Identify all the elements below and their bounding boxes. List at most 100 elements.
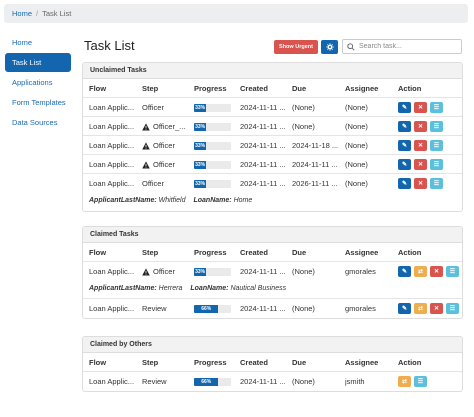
cell-flow: Loan Applic... bbox=[89, 377, 135, 386]
cell-due: (None) bbox=[292, 267, 315, 276]
details-button[interactable]: ☰ bbox=[430, 140, 443, 151]
col-progress[interactable]: Progress bbox=[194, 79, 234, 98]
details-button[interactable]: ☰ bbox=[430, 159, 443, 170]
open-task-button[interactable]: ✎ bbox=[398, 159, 411, 170]
delete-task-button[interactable]: ✕ bbox=[414, 178, 427, 189]
col-due[interactable]: Due bbox=[292, 243, 338, 262]
delete-task-button[interactable]: ✕ bbox=[430, 303, 443, 314]
table-row[interactable]: Loan Applic... Officer 33% 2024-11-11 ..… bbox=[83, 174, 462, 211]
details-button[interactable]: ☰ bbox=[430, 178, 443, 189]
cell-step: Officer_... bbox=[153, 122, 186, 131]
cell-created: 2024-11-11 ... bbox=[240, 160, 286, 169]
open-task-button[interactable]: ✎ bbox=[398, 121, 411, 132]
warning-icon bbox=[142, 122, 150, 130]
release-task-button[interactable]: ⇄ bbox=[414, 266, 427, 277]
cell-flow: Loan Applic... bbox=[89, 179, 135, 188]
cell-due: (None) bbox=[292, 377, 315, 386]
col-progress[interactable]: Progress bbox=[194, 243, 234, 262]
close-icon: ✕ bbox=[417, 142, 424, 149]
details-button[interactable]: ☰ bbox=[414, 376, 427, 387]
table-row[interactable]: Loan Applic... Officer 33% 2024-11-11 ..… bbox=[83, 136, 462, 155]
col-due[interactable]: Due bbox=[292, 353, 338, 372]
open-task-button[interactable]: ✎ bbox=[398, 266, 411, 277]
progress-fill: 33% bbox=[194, 179, 207, 188]
col-action: Action bbox=[398, 84, 422, 93]
delete-task-button[interactable]: ✕ bbox=[414, 121, 427, 132]
progress-bar: 33% bbox=[194, 141, 231, 150]
delete-task-button[interactable]: ✕ bbox=[414, 159, 427, 170]
delete-task-button[interactable]: ✕ bbox=[414, 140, 427, 151]
meta-key: LoanName: bbox=[193, 197, 232, 204]
col-created[interactable]: Created bbox=[240, 353, 287, 372]
col-assignee[interactable]: Assignee bbox=[345, 243, 393, 262]
cell-assignee: (None) bbox=[345, 179, 368, 188]
details-button[interactable]: ☰ bbox=[430, 102, 443, 113]
col-step[interactable]: Step bbox=[142, 243, 189, 262]
edit-icon: ✎ bbox=[401, 104, 408, 111]
col-step[interactable]: Step bbox=[142, 79, 189, 98]
details-button[interactable]: ☰ bbox=[430, 121, 443, 132]
sidebar-item-home[interactable]: Home bbox=[5, 33, 71, 52]
details-button[interactable]: ☰ bbox=[446, 303, 459, 314]
panel-title: Claimed Tasks bbox=[83, 227, 462, 243]
col-created[interactable]: Created bbox=[240, 243, 287, 262]
cell-assignee: gmorales bbox=[345, 304, 376, 313]
search-icon bbox=[347, 42, 355, 51]
cell-assignee: (None) bbox=[345, 141, 368, 150]
open-task-button[interactable]: ✎ bbox=[398, 140, 411, 151]
panel-title: Claimed by Others bbox=[83, 337, 462, 353]
col-assignee[interactable]: Assignee bbox=[345, 79, 393, 98]
progress-fill: 33% bbox=[194, 141, 207, 150]
claim-icon: ⇄ bbox=[417, 305, 424, 312]
search-input[interactable] bbox=[359, 43, 454, 50]
col-created[interactable]: Created bbox=[240, 79, 287, 98]
col-flow[interactable]: Flow bbox=[89, 79, 135, 98]
open-task-button[interactable]: ✎ bbox=[398, 102, 411, 113]
col-flow[interactable]: Flow bbox=[89, 243, 135, 262]
list-icon: ☰ bbox=[433, 104, 440, 111]
breadcrumb-home[interactable]: Home bbox=[12, 9, 32, 18]
table-row[interactable]: Loan Applic... Review 66% 2024-11-11 ...… bbox=[83, 299, 462, 318]
col-step[interactable]: Step bbox=[142, 353, 189, 372]
close-icon: ✕ bbox=[417, 161, 424, 168]
list-icon: ☰ bbox=[433, 180, 440, 187]
cell-assignee: (None) bbox=[345, 122, 368, 131]
delete-task-button[interactable]: ✕ bbox=[414, 102, 427, 113]
table-header: Flow Step Progress Created Due Assignee … bbox=[83, 243, 462, 262]
sidebar-item-form-templates[interactable]: Form Templates bbox=[5, 93, 71, 112]
release-task-button[interactable]: ⇄ bbox=[414, 303, 427, 314]
cell-flow: Loan Applic... bbox=[89, 141, 135, 150]
edit-icon: ✎ bbox=[401, 142, 408, 149]
table-row[interactable]: Loan Applic... Review 66% 2024-11-11 ...… bbox=[83, 372, 462, 391]
close-icon: ✕ bbox=[433, 268, 440, 275]
table-header: Flow Step Progress Created Due Assignee … bbox=[83, 353, 462, 372]
cell-step: Review bbox=[142, 377, 167, 386]
sidebar-item-applications[interactable]: Applications bbox=[5, 73, 71, 92]
show-urgent-button[interactable]: Show Urgent bbox=[274, 40, 318, 54]
delete-task-button[interactable]: ✕ bbox=[430, 266, 443, 277]
close-icon: ✕ bbox=[417, 104, 424, 111]
warning-icon bbox=[142, 267, 150, 275]
table-row[interactable]: Loan Applic... Officer 33% 2024-11-11 ..… bbox=[83, 155, 462, 174]
table-row[interactable]: Loan Applic... Officer_... 33% 2024-11-1… bbox=[83, 117, 462, 136]
list-icon: ☰ bbox=[433, 142, 440, 149]
settings-button[interactable] bbox=[321, 40, 338, 54]
claim-task-button[interactable]: ⇄ bbox=[398, 376, 411, 387]
cell-step: Review bbox=[142, 304, 167, 313]
progress-bar: 33% bbox=[194, 179, 231, 188]
col-flow[interactable]: Flow bbox=[89, 353, 135, 372]
col-progress[interactable]: Progress bbox=[194, 353, 234, 372]
table-row[interactable]: Loan Applic... Officer 33% 2024-11-11 ..… bbox=[83, 262, 462, 299]
col-due[interactable]: Due bbox=[292, 79, 338, 98]
meta-key: ApplicantLastName: bbox=[89, 197, 157, 204]
sidebar-item-data-sources[interactable]: Data Sources bbox=[5, 113, 71, 132]
details-button[interactable]: ☰ bbox=[446, 266, 459, 277]
table-row[interactable]: Loan Applic... Officer 33% 2024-11-11 ..… bbox=[83, 98, 462, 117]
cell-assignee: (None) bbox=[345, 103, 368, 112]
col-assignee[interactable]: Assignee bbox=[345, 353, 393, 372]
sidebar-item-task-list[interactable]: Task List bbox=[5, 53, 71, 72]
meta-value: Home bbox=[233, 197, 253, 204]
breadcrumb-separator: / bbox=[36, 9, 39, 18]
open-task-button[interactable]: ✎ bbox=[398, 303, 411, 314]
open-task-button[interactable]: ✎ bbox=[398, 178, 411, 189]
